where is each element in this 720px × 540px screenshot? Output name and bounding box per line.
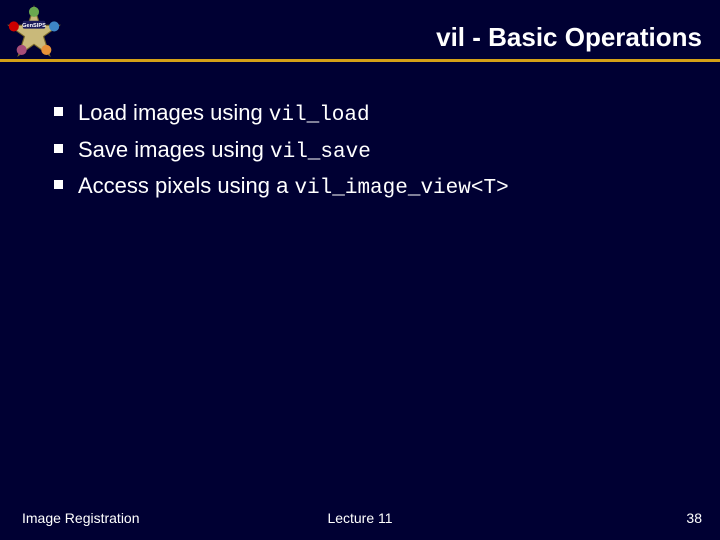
star-logo-icon: GenSIPS xyxy=(6,4,62,60)
bullet-text: Load images using xyxy=(78,100,269,125)
bullet-code: vil_load xyxy=(269,104,370,127)
footer-left: Image Registration xyxy=(22,510,140,526)
slide-body: Load images using vil_load Save images u… xyxy=(0,62,720,206)
slide-header: GenSIPS vil - Basic Operations xyxy=(0,0,720,62)
list-item: Load images using vil_load xyxy=(48,96,700,133)
bullet-code: vil_save xyxy=(270,141,371,164)
footer-center: Lecture 11 xyxy=(327,510,392,526)
list-item: Access pixels using a vil_image_view<T> xyxy=(48,169,700,206)
list-item: Save images using vil_save xyxy=(48,133,700,170)
bullet-text: Save images using xyxy=(78,137,270,162)
bullet-code: vil_image_view<T> xyxy=(294,177,508,200)
slide-title: vil - Basic Operations xyxy=(436,22,702,53)
logo-text: GenSIPS xyxy=(22,23,46,29)
logo-badge: GenSIPS xyxy=(6,4,62,60)
bullet-text: Access pixels using a xyxy=(78,173,294,198)
bullet-list: Load images using vil_load Save images u… xyxy=(48,96,700,206)
slide-number: 38 xyxy=(686,510,702,526)
